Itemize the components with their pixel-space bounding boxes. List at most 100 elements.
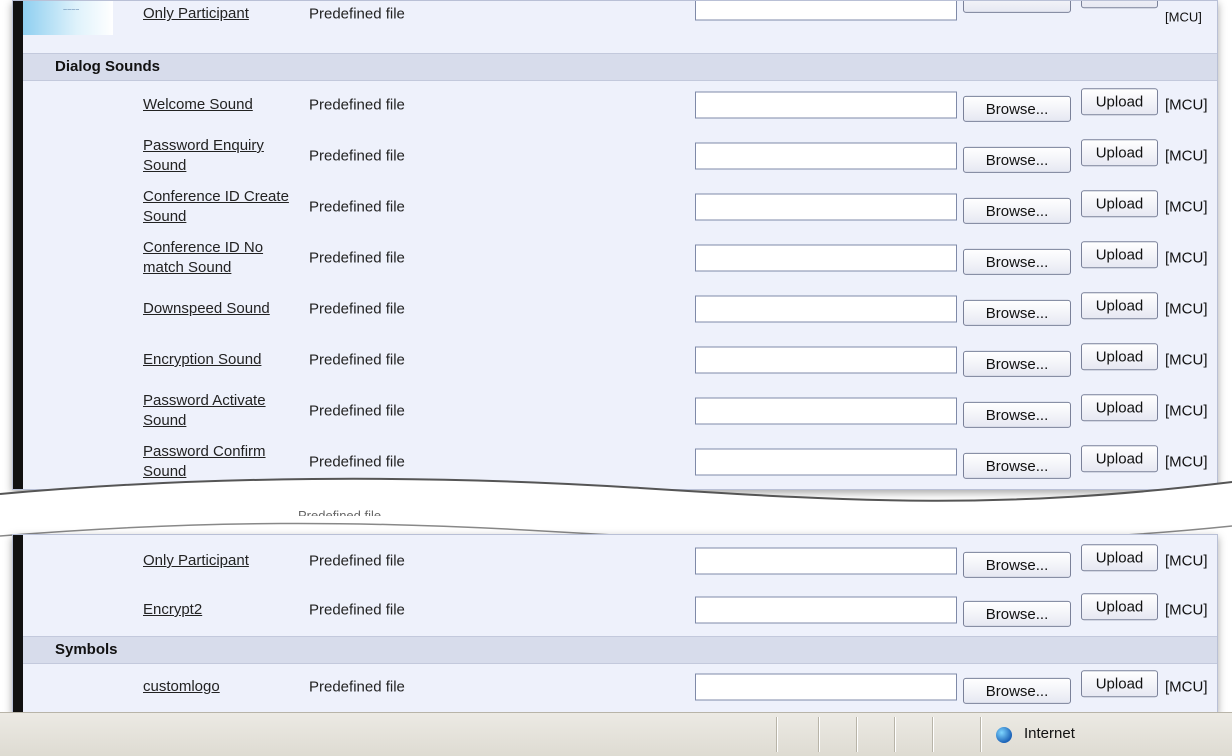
sound-label-link[interactable]: Password Enquiry Sound [143,136,303,176]
mcu-suffix: [MCU] [1165,601,1208,619]
upload-button[interactable]: Upload [1081,445,1158,473]
upload-button[interactable]: Upload [1081,544,1158,572]
mcu-suffix: [MCU] [1165,9,1202,25]
browse-button[interactable]: Browse... [963,401,1071,428]
sound-type: Predefined file [309,249,405,267]
sound-row: Only Participant Predefined file Browse...… [23,537,1217,585]
upload-button[interactable]: Upload [1081,670,1158,698]
sound-row: Encryption Sound Predefined file Browse...… [23,336,1217,384]
left-border [13,1,23,489]
sound-label-link[interactable]: Only Participant [143,4,303,24]
globe-icon [996,727,1012,743]
section-header-dialog-sounds: Dialog Sounds [23,53,1217,81]
torn-fragment-text: Predefined file [298,508,382,523]
sound-type: Predefined file [309,351,405,369]
security-zone-label: Internet [1024,725,1075,742]
file-path-input[interactable] [695,346,957,374]
browse-button[interactable]: Browse... [963,350,1071,377]
browse-button[interactable]: Browse... [963,551,1071,578]
browse-button[interactable] [963,1,1071,14]
status-separator [856,717,858,752]
sound-label-link[interactable]: Password Confirm Sound [143,442,303,482]
browser-status-bar: Internet [0,712,1232,756]
sound-label-link[interactable]: Conference ID Create Sound [143,187,303,227]
sound-label-link[interactable]: Password Activate Sound [143,391,303,431]
sound-label-link[interactable]: customlogo [143,677,303,697]
status-separator [980,717,982,752]
browse-button[interactable]: Browse... [963,197,1071,224]
sound-row: Conference ID Create Sound Predefined fil… [23,183,1217,231]
file-path-input[interactable] [695,547,957,575]
file-path-input[interactable] [695,448,957,476]
file-path-input[interactable] [695,244,957,272]
file-path-input[interactable] [695,142,957,170]
upload-button[interactable] [1081,1,1158,9]
sound-label-link[interactable]: Only Participant [143,551,303,571]
sound-row: Password Activate Sound Predefined file Br… [23,387,1217,435]
browse-button[interactable]: Browse... [963,95,1071,122]
upload-button[interactable]: Upload [1081,343,1158,371]
sound-label-link[interactable]: Encrypt2 [143,600,303,620]
upload-button[interactable]: Upload [1081,190,1158,218]
file-path-input[interactable] [695,295,957,323]
sound-type: Predefined file [309,147,405,165]
upload-button[interactable]: Upload [1081,241,1158,269]
sound-type: Predefined file [309,198,405,216]
mcu-suffix: [MCU] [1165,453,1208,471]
status-separator [776,717,778,752]
mcu-suffix: [MCU] [1165,96,1208,114]
browse-button[interactable]: Browse... [963,248,1071,275]
status-separator [894,717,896,752]
upload-button[interactable]: Upload [1081,139,1158,167]
mcu-suffix: [MCU] [1165,402,1208,420]
sound-row: Downspeed Sound Predefined file Browse... U… [23,285,1217,333]
sound-row: customlogo Predefined file Browse... Upload… [23,663,1217,711]
sound-row: Password Confirm Sound Predefined file Bro… [23,438,1217,486]
sound-type: Predefined file [309,96,405,114]
sound-type: Predefined file [309,300,405,318]
sound-label-link[interactable]: Conference ID No match Sound [143,238,303,278]
sound-row: Password Enquiry Sound Predefined file Bro… [23,132,1217,180]
mcu-suffix: [MCU] [1165,198,1208,216]
browse-button[interactable]: Browse... [963,299,1071,326]
browse-button[interactable]: Browse... [963,146,1071,173]
upload-button[interactable]: Upload [1081,292,1158,320]
sound-type: Predefined file [309,402,405,420]
partial-row: Only Participant Predefined file [MCU] [23,1,1217,27]
sound-row: Encrypt2 Predefined file Browse... Upload [M… [23,586,1217,634]
status-separator [932,717,934,752]
file-path-input[interactable] [695,193,957,221]
sound-row: Conference ID No match Sound Predefined f… [23,234,1217,282]
mcu-suffix: [MCU] [1165,351,1208,369]
sound-label-link[interactable]: Encryption Sound [143,350,303,370]
section-header-symbols: Symbols [23,636,1217,664]
sound-label-link[interactable]: Downspeed Sound [143,299,303,319]
browse-button[interactable]: Browse... [963,677,1071,704]
sound-label-link[interactable]: Welcome Sound [143,95,303,115]
mcu-suffix: [MCU] [1165,147,1208,165]
mcu-suffix: [MCU] [1165,300,1208,318]
sound-type: Predefined file [309,552,405,570]
sound-type: Predefined file [309,5,405,23]
sound-type: Predefined file [309,453,405,471]
upload-button[interactable]: Upload [1081,593,1158,621]
mcu-suffix: [MCU] [1165,249,1208,267]
sound-type: Predefined file [309,601,405,619]
mcu-suffix: [MCU] [1165,552,1208,570]
sound-type: Predefined file [309,678,405,696]
bottom-panel: Only Participant Predefined file Browse...… [12,534,1218,714]
file-path-input[interactable] [695,397,957,425]
top-panel: ~~~~ Only Participant Predefined file [M… [12,0,1218,490]
file-path-input[interactable] [695,673,957,701]
file-path-input[interactable] [695,1,957,21]
file-path-input[interactable] [695,596,957,624]
upload-button[interactable]: Upload [1081,88,1158,116]
sound-row: Welcome Sound Predefined file Browse... Upl… [23,81,1217,129]
file-path-input[interactable] [695,91,957,119]
left-border [13,535,23,713]
status-separator [818,717,820,752]
browse-button[interactable]: Browse... [963,600,1071,627]
upload-button[interactable]: Upload [1081,394,1158,422]
mcu-suffix: [MCU] [1165,678,1208,696]
browse-button[interactable]: Browse... [963,452,1071,479]
